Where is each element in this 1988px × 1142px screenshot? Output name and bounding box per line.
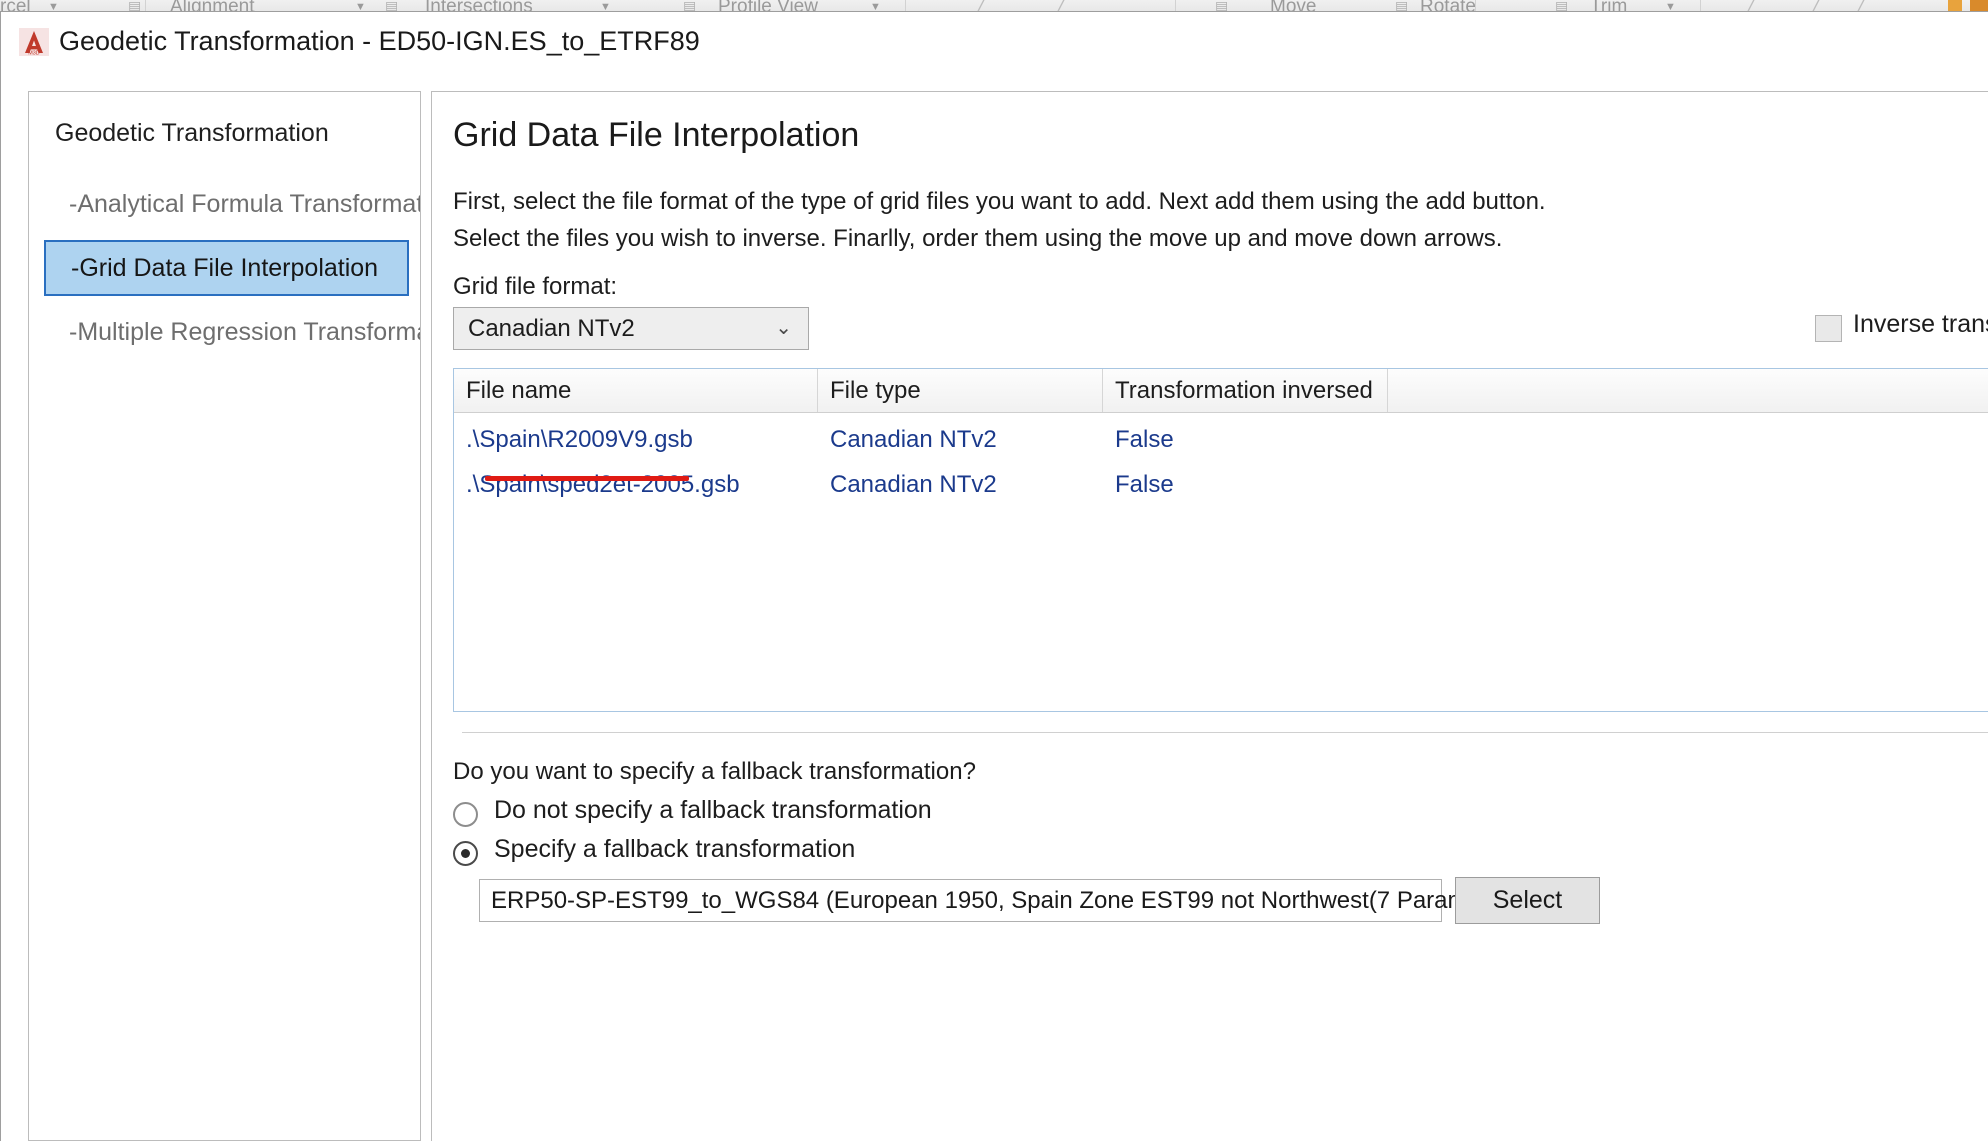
grid-files-table[interactable]: File name File type Transformation inver… [453,368,1988,712]
navigation-panel: Geodetic Transformation -Analytical Form… [28,91,421,1141]
radio-button-unselected [453,802,478,827]
content-panel: Grid Data File Interpolation First, sele… [431,91,1988,1141]
page-title: Grid Data File Interpolation [453,116,860,154]
column-header-file-name[interactable]: File name [454,369,818,412]
grid-file-format-select[interactable]: Canadian NTv2 ⌄ [453,307,809,350]
sidebar-item-grid-data-file-interpolation[interactable]: -Grid Data File Interpolation [44,240,409,296]
fallback-question-label: Do you want to specify a fallback transf… [453,758,976,785]
sidebar-item-label: -Grid Data File Interpolation [71,254,379,282]
sidebar-item-label: -Analytical Formula Transformation [69,190,421,218]
fallback-transformation-input[interactable]: ERP50-SP-EST99_to_WGS84 (European 1950, … [479,879,1590,922]
fallback-transformation-value: ERP50-SP-EST99_to_WGS84 (European 1950, … [491,887,1591,914]
cell-file-name: .\Spain\R2009V9.gsb [466,426,693,453]
column-header-empty[interactable] [1388,369,1988,412]
instruction-line-2: Select the files you wish to inverse. Fi… [453,225,1503,252]
table-row[interactable]: .\Spain\sped2et-2005.gsb Canadian NTv2 F… [454,466,1988,503]
sidebar-item-analytical-formula-transformation[interactable]: -Analytical Formula Transformation [44,176,420,232]
cell-transformation-inversed: False [1115,471,1174,498]
table-row[interactable]: .\Spain\R2009V9.gsb Canadian NTv2 False [454,421,1988,458]
table-header-row: File name File type Transformation inver… [454,369,1988,413]
cell-file-type: Canadian NTv2 [830,426,997,453]
inverse-transform-checkbox[interactable] [1815,315,1842,342]
cell-file-type: Canadian NTv2 [830,471,997,498]
grid-file-format-value: Canadian NTv2 [468,315,635,342]
column-header-transformation-inversed[interactable]: Transformation inversed [1103,369,1388,412]
autocad-a-icon: M3D [19,28,49,56]
radio-button-selected [453,841,478,866]
radio-label: Do not specify a fallback transformation [494,796,932,824]
grid-file-format-label: Grid file format: [453,273,618,300]
geodetic-transformation-dialog: M3D Geodetic Transformation - ED50-IGN.E… [0,11,1988,1142]
nav-root-label: Geodetic Transformation [55,119,329,147]
select-button[interactable]: Select [1455,877,1600,924]
sidebar-item-label: -Multiple Regression Transformation [69,318,420,346]
cell-transformation-inversed: False [1115,426,1174,453]
chevron-down-icon: ⌄ [775,317,792,339]
dialog-title: Geodetic Transformation - ED50-IGN.ES_to… [59,26,700,56]
radio-dot [461,849,470,858]
column-header-file-type[interactable]: File type [818,369,1103,412]
red-underline-annotation [485,476,689,481]
instruction-line-1: First, select the file format of the typ… [453,188,1546,215]
cell-file-name: .\Spain\sped2et-2005.gsb [466,471,740,498]
dialog-titlebar: M3D Geodetic Transformation - ED50-IGN.E… [1,12,1988,68]
section-divider [462,732,1988,733]
inverse-transform-label: Inverse transf [1853,310,1988,338]
radio-label: Specify a fallback transformation [494,835,856,863]
dialog-body: Geodetic Transformation -Analytical Form… [1,68,1988,1142]
svg-text:M3D: M3D [28,50,39,56]
sidebar-item-multiple-regression-transformation[interactable]: -Multiple Regression Transformation [44,304,420,360]
